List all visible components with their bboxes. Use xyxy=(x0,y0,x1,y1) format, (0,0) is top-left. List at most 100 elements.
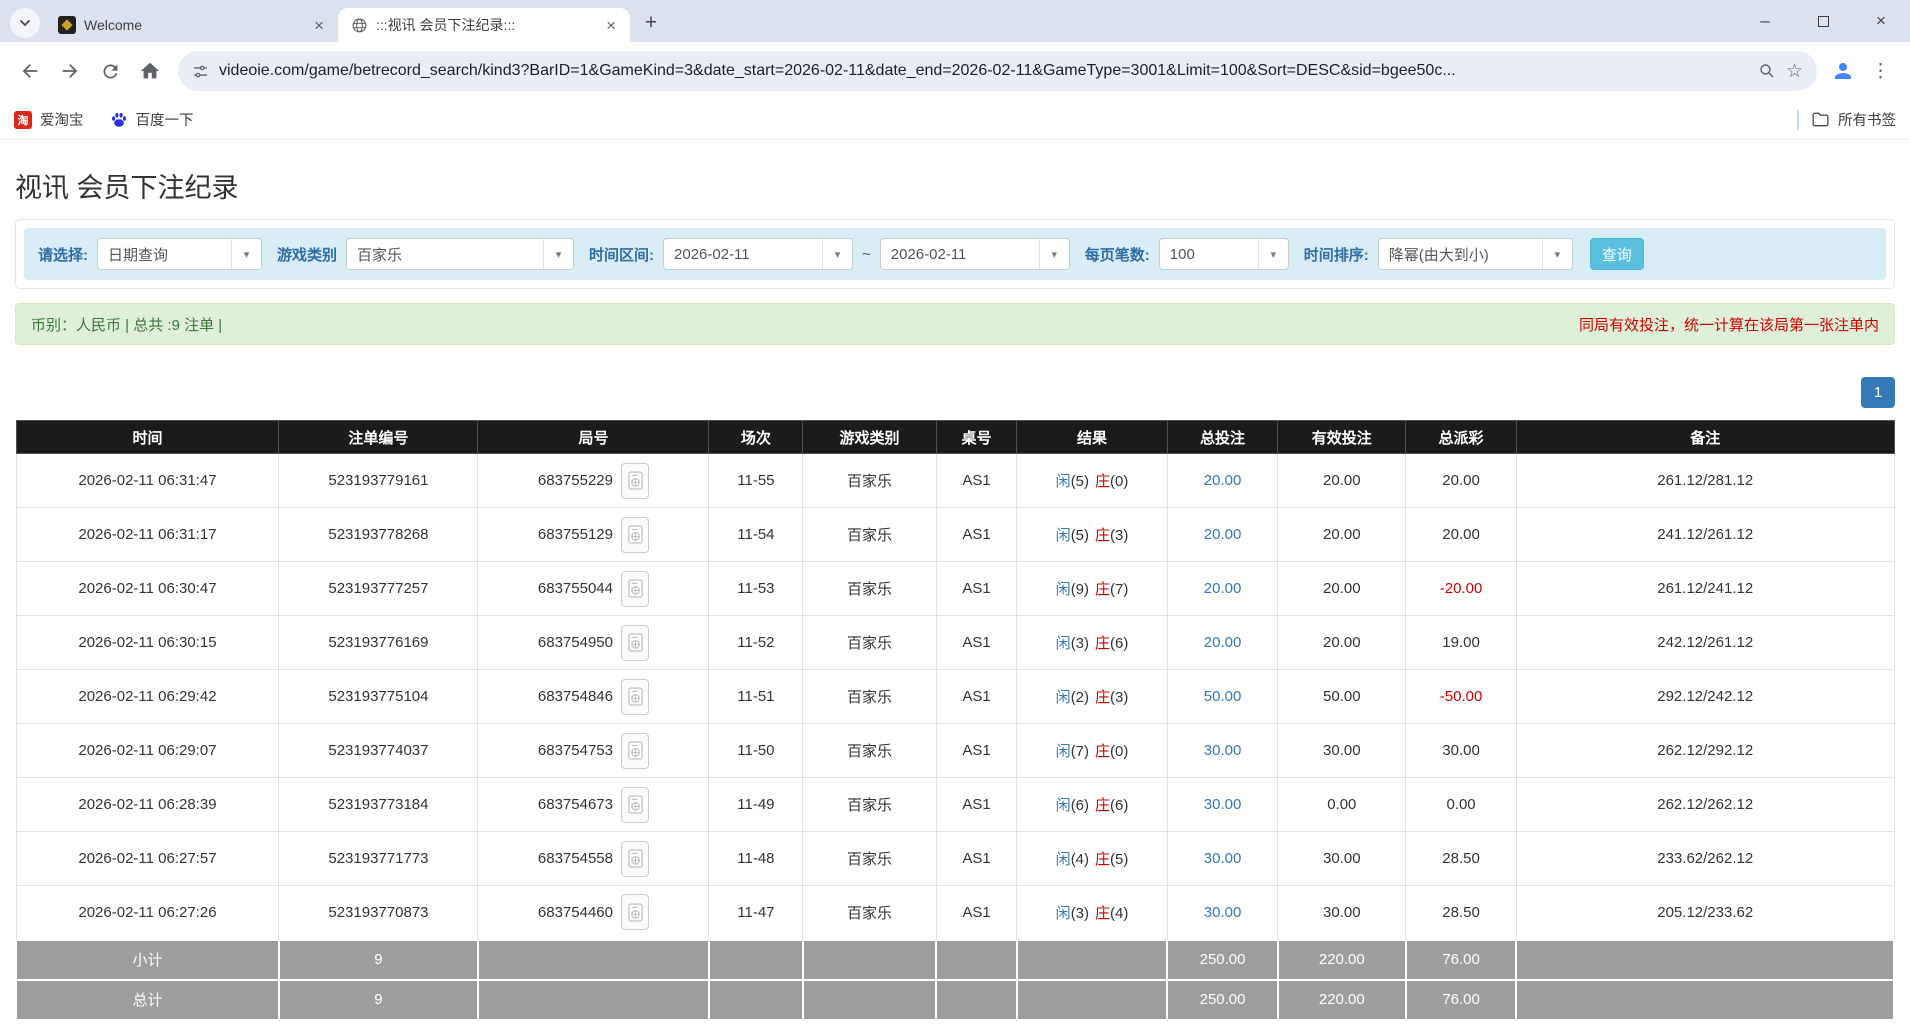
cell-game-kind: 百家乐 xyxy=(803,454,936,508)
video-replay-button[interactable] xyxy=(621,463,649,499)
cell-bet-id: 523193776169 xyxy=(279,616,478,670)
new-tab-button[interactable]: + xyxy=(636,8,666,38)
pagination-page-button[interactable]: 1 xyxy=(1861,377,1895,408)
video-replay-button[interactable] xyxy=(621,679,649,715)
cell-bet-id: 523193775104 xyxy=(279,670,478,724)
close-tab-icon[interactable]: × xyxy=(602,16,620,35)
cell-valid-bet: 0.00 xyxy=(1278,778,1406,832)
back-button[interactable] xyxy=(10,51,50,91)
cell-session: 11-51 xyxy=(709,670,803,724)
page-title: 视讯 会员下注纪录 xyxy=(15,166,1895,205)
url-bar[interactable]: videoie.com/game/betrecord_search/kind3?… xyxy=(178,51,1817,91)
cell-total-bet-link[interactable]: 30.00 xyxy=(1167,724,1278,778)
footer-total-bet: 250.00 xyxy=(1167,980,1278,1020)
video-replay-button[interactable] xyxy=(621,841,649,877)
site-settings-icon[interactable] xyxy=(192,63,209,80)
cell-payout: 0.00 xyxy=(1406,778,1517,832)
page-size-dropdown[interactable]: 100 ▾ xyxy=(1159,238,1289,270)
query-type-dropdown[interactable]: 日期查询 ▾ xyxy=(97,238,262,270)
bookmark-star-icon[interactable]: ☆ xyxy=(1786,60,1803,83)
cell-total-bet-link[interactable]: 20.00 xyxy=(1167,562,1278,616)
cell-payout: 20.00 xyxy=(1406,508,1517,562)
footer-empty-cell xyxy=(1017,940,1167,980)
home-button[interactable] xyxy=(130,51,170,91)
game-kind-dropdown[interactable]: 百家乐 ▾ xyxy=(346,238,574,270)
cell-total-bet-link[interactable]: 20.00 xyxy=(1167,616,1278,670)
url-text[interactable]: videoie.com/game/betrecord_search/kind3?… xyxy=(219,62,1748,80)
table-row: 2026-02-11 06:31:47523193779161683755229… xyxy=(16,454,1894,508)
footer-total-bet: 250.00 xyxy=(1167,940,1278,980)
cell-session: 11-47 xyxy=(709,886,803,940)
date-start-dropdown[interactable]: 2026-02-11 ▾ xyxy=(663,238,853,270)
chevron-down-icon: ▾ xyxy=(543,239,573,269)
video-replay-button[interactable] xyxy=(621,517,649,553)
cell-total-bet-link[interactable]: 30.00 xyxy=(1167,832,1278,886)
window-controls: – × xyxy=(1736,0,1910,42)
cell-session: 11-55 xyxy=(709,454,803,508)
close-tab-icon[interactable]: × xyxy=(310,16,328,35)
chevron-down-icon: ▾ xyxy=(1542,239,1572,269)
cell-note: 205.12/233.62 xyxy=(1516,886,1894,940)
cell-round-id: 683754846 xyxy=(478,670,709,724)
footer-count: 9 xyxy=(279,980,478,1020)
cell-round-id: 683754460 xyxy=(478,886,709,940)
browser-menu-icon[interactable]: ⋮ xyxy=(1861,60,1900,83)
profile-avatar-icon[interactable] xyxy=(1825,59,1861,83)
cell-round-id: 683754558 xyxy=(478,832,709,886)
minimize-button[interactable]: – xyxy=(1736,0,1794,42)
cell-total-bet-link[interactable]: 20.00 xyxy=(1167,508,1278,562)
tab-search-chevron-button[interactable] xyxy=(10,8,40,38)
table-row: 2026-02-11 06:30:47523193777257683755044… xyxy=(16,562,1894,616)
cell-bet-id: 523193773184 xyxy=(279,778,478,832)
video-replay-icon xyxy=(628,687,643,706)
cell-note: 241.12/261.12 xyxy=(1516,508,1894,562)
all-bookmarks-button[interactable]: 所有书签 xyxy=(1811,109,1896,130)
forward-button[interactable] xyxy=(50,51,90,91)
footer-empty-cell xyxy=(709,940,803,980)
zoom-icon[interactable] xyxy=(1758,62,1776,80)
cell-total-bet-link[interactable]: 50.00 xyxy=(1167,670,1278,724)
date-end-value: 2026-02-11 xyxy=(881,246,1039,263)
column-header: 注单编号 xyxy=(279,421,478,454)
footer-label: 小计 xyxy=(16,940,279,980)
cell-game-kind: 百家乐 xyxy=(803,778,936,832)
cell-session: 11-49 xyxy=(709,778,803,832)
summary-bar: 币别：人民币 | 总共 :9 注单 | 同局有效投注，统一计算在该局第一张注单内 xyxy=(15,303,1895,345)
round-id-text: 683754673 xyxy=(538,796,613,813)
search-button[interactable]: 查询 xyxy=(1590,238,1644,270)
bookmark-baidu[interactable]: 百度一下 xyxy=(110,109,194,130)
refresh-button[interactable] xyxy=(90,51,130,91)
maximize-button[interactable] xyxy=(1794,0,1852,42)
tab-welcome[interactable]: Welcome × xyxy=(46,8,338,42)
tab-betrecord[interactable]: :::视讯 会员下注纪录::: × xyxy=(338,8,630,42)
bookmark-taobao[interactable]: 淘 爱淘宝 xyxy=(14,109,84,130)
date-range-tilde: ~ xyxy=(862,246,871,263)
cell-total-bet-link[interactable]: 30.00 xyxy=(1167,886,1278,940)
footer-empty-cell xyxy=(1516,980,1894,1020)
video-replay-button[interactable] xyxy=(621,787,649,823)
video-replay-button[interactable] xyxy=(621,894,649,930)
cell-total-bet-link[interactable]: 20.00 xyxy=(1167,454,1278,508)
video-replay-button[interactable] xyxy=(621,625,649,661)
date-end-dropdown[interactable]: 2026-02-11 ▾ xyxy=(880,238,1070,270)
cell-payout: 28.50 xyxy=(1406,886,1517,940)
cell-table-id: AS1 xyxy=(936,616,1017,670)
video-replay-icon xyxy=(628,525,643,544)
cell-round-id: 683754753 xyxy=(478,724,709,778)
close-window-button[interactable]: × xyxy=(1852,0,1910,42)
cell-total-bet-link[interactable]: 30.00 xyxy=(1167,778,1278,832)
column-header: 总投注 xyxy=(1167,421,1278,454)
footer-valid-bet: 220.00 xyxy=(1278,940,1406,980)
video-replay-button[interactable] xyxy=(621,733,649,769)
cell-payout: -20.00 xyxy=(1406,562,1517,616)
table-header-row: 时间注单编号局号场次游戏类别桌号结果总投注有效投注总派彩备注 xyxy=(16,421,1894,454)
cell-note: 261.12/281.12 xyxy=(1516,454,1894,508)
footer-valid-bet: 220.00 xyxy=(1278,980,1406,1020)
bookmark-label: 爱淘宝 xyxy=(40,109,84,130)
video-replay-button[interactable] xyxy=(621,571,649,607)
table-row: 2026-02-11 06:30:15523193776169683754950… xyxy=(16,616,1894,670)
round-id-text: 683754558 xyxy=(538,850,613,867)
sort-dropdown[interactable]: 降幂(由大到小) ▾ xyxy=(1378,238,1573,270)
footer-empty-cell xyxy=(478,980,709,1020)
cell-session: 11-54 xyxy=(709,508,803,562)
